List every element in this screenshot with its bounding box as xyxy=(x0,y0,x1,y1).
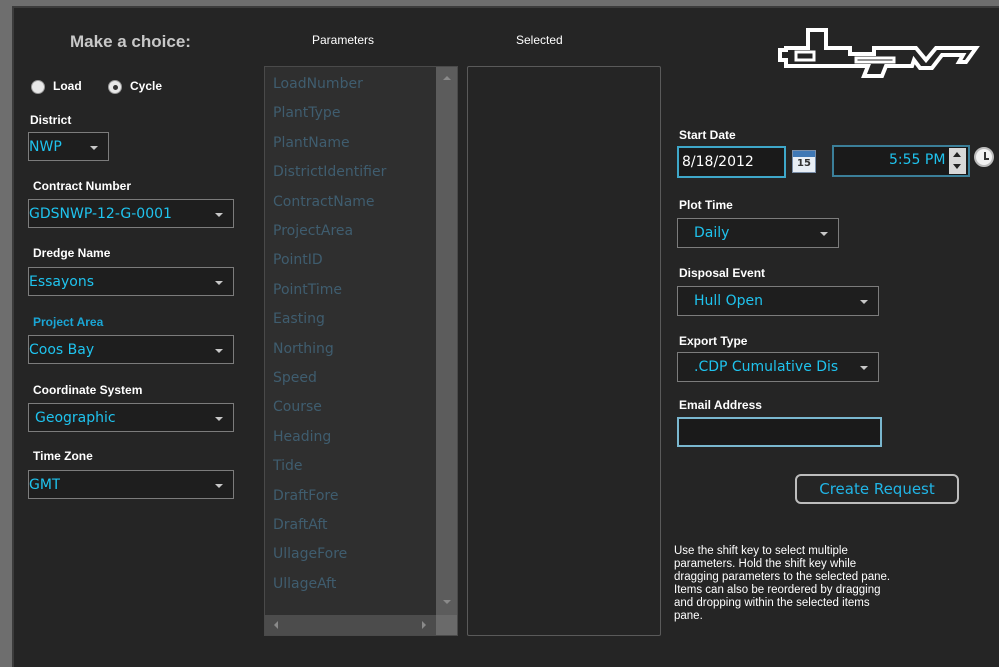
time-zone-value: GMT xyxy=(29,477,61,493)
cycle-radio[interactable] xyxy=(108,80,122,94)
create-request-button[interactable]: Create Request xyxy=(795,474,959,504)
start-date-input[interactable]: 8/18/2012 xyxy=(677,146,786,178)
chevron-down-icon xyxy=(90,146,98,150)
scroll-right-icon[interactable] xyxy=(422,621,426,629)
chevron-down-icon xyxy=(860,366,868,370)
chevron-down-icon xyxy=(215,484,223,488)
clock-icon[interactable] xyxy=(974,147,994,167)
parameter-list-item[interactable]: UllageAft xyxy=(273,576,336,592)
parameter-list-item[interactable]: DraftFore xyxy=(273,488,338,504)
disposal-event-value: Hull Open xyxy=(694,293,764,309)
contract-number-select[interactable]: GDSNWP-12-G-0001 xyxy=(28,199,234,228)
scroll-corner xyxy=(436,615,457,635)
load-radio-label: Load xyxy=(53,79,82,93)
dredge-name-label: Dredge Name xyxy=(33,246,111,260)
parameters-list[interactable]: LoadNumber PlantType PlantName DistrictIden… xyxy=(264,66,458,636)
spin-up-icon[interactable] xyxy=(953,152,961,157)
parameter-list-item[interactable]: Course xyxy=(273,399,322,415)
export-type-label: Export Type xyxy=(679,334,748,348)
email-address-input[interactable] xyxy=(677,417,882,447)
parameter-list-item[interactable]: Heading xyxy=(273,429,331,445)
chevron-down-icon xyxy=(215,213,223,217)
export-type-select[interactable]: .CDP Cumulative Dis xyxy=(677,352,879,382)
chevron-down-icon xyxy=(860,300,868,304)
parameters-heading: Parameters xyxy=(312,33,375,47)
parameter-list-item[interactable]: Speed xyxy=(273,370,317,386)
project-area-label: Project Area xyxy=(33,315,104,329)
export-type-value: .CDP Cumulative Dis xyxy=(694,359,839,375)
district-label: District xyxy=(30,113,72,127)
email-address-label: Email Address xyxy=(679,398,762,412)
parameter-list-item[interactable]: UllageFore xyxy=(273,546,347,562)
coordinate-system-value: Geographic xyxy=(35,410,116,426)
parameter-list-item[interactable]: LoadNumber xyxy=(273,76,363,92)
contract-number-label: Contract Number xyxy=(33,179,132,193)
parameter-list-item[interactable]: Tide xyxy=(273,458,303,474)
app-frame: Make a choice: Parameters Selected Load … xyxy=(0,0,999,667)
time-zone-select[interactable]: GMT xyxy=(28,470,234,499)
load-radio[interactable] xyxy=(31,80,45,94)
parameter-list-item[interactable]: DistrictIdentifier xyxy=(273,164,386,180)
dredge-name-value: Essayons xyxy=(29,274,95,290)
scroll-left-icon[interactable] xyxy=(274,621,278,629)
parameters-horizontal-scrollbar[interactable] xyxy=(265,615,437,635)
chevron-down-icon xyxy=(820,232,828,236)
plot-time-label: Plot Time xyxy=(679,198,733,212)
parameter-list-item[interactable]: PointID xyxy=(273,252,323,268)
dredge-name-select[interactable]: Essayons xyxy=(28,267,234,296)
parameter-list-item[interactable]: PlantType xyxy=(273,105,340,121)
project-area-select[interactable]: Coos Bay xyxy=(28,335,234,364)
chevron-down-icon xyxy=(215,417,223,421)
time-zone-label: Time Zone xyxy=(33,449,93,463)
district-select[interactable]: NWP xyxy=(28,132,109,161)
cycle-radio-label: Cycle xyxy=(130,79,163,93)
calendar-header xyxy=(793,151,815,157)
chevron-down-icon xyxy=(215,349,223,353)
parameter-list-item[interactable]: PlantName xyxy=(273,135,350,151)
calendar-icon[interactable]: 15 xyxy=(792,150,816,173)
scroll-up-icon[interactable] xyxy=(443,76,451,80)
chevron-down-icon xyxy=(215,281,223,285)
disposal-event-label: Disposal Event xyxy=(679,266,766,280)
start-date-value: 8/18/2012 xyxy=(682,154,754,170)
spin-down-icon[interactable] xyxy=(953,164,961,169)
calendar-day: 15 xyxy=(797,158,811,169)
help-text: Use the shift key to select multiple par… xyxy=(674,545,891,622)
time-spinner[interactable] xyxy=(949,148,966,174)
start-date-label: Start Date xyxy=(679,128,736,142)
contract-number-value: GDSNWP-12-G-0001 xyxy=(29,206,172,222)
parameter-list-item[interactable]: DraftAft xyxy=(273,517,328,533)
time-value: 5:55 PM xyxy=(889,152,946,168)
parameter-list-item[interactable]: PointTime xyxy=(273,282,342,298)
scroll-down-icon[interactable] xyxy=(443,600,451,604)
parameters-vertical-scrollbar[interactable] xyxy=(436,67,457,622)
parameter-list-item[interactable]: Northing xyxy=(273,341,334,357)
coordinate-system-label: Coordinate System xyxy=(33,383,143,397)
parameter-list-item[interactable]: ProjectArea xyxy=(273,223,353,239)
parameter-list-item[interactable]: Easting xyxy=(273,311,325,327)
coordinate-system-select[interactable]: Geographic xyxy=(28,403,234,432)
plot-time-select[interactable]: Daily xyxy=(677,218,839,248)
disposal-event-select[interactable]: Hull Open xyxy=(677,286,879,316)
selected-heading: Selected xyxy=(516,33,563,47)
parameter-list-item[interactable]: ContractName xyxy=(273,194,375,210)
selected-items-pane[interactable] xyxy=(467,66,661,636)
dqm-logo xyxy=(776,20,981,82)
page-title: Make a choice: xyxy=(70,32,191,51)
district-value: NWP xyxy=(29,139,62,155)
clock-hand-minute xyxy=(984,158,989,160)
plot-time-value: Daily xyxy=(694,225,730,241)
time-input[interactable]: 5:55 PM xyxy=(832,145,970,177)
project-area-value: Coos Bay xyxy=(29,342,95,358)
